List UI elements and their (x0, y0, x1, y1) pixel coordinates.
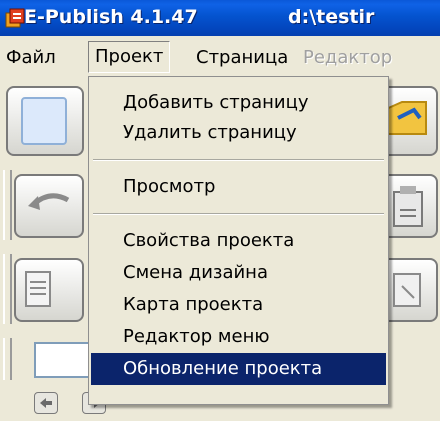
menu-item-label: Редактор меню (123, 326, 270, 347)
window-path: d:\testir (288, 6, 375, 28)
toolbar-grip[interactable] (3, 338, 12, 380)
window-title: E-Publish 4.1.47 (24, 6, 198, 28)
menu-item-label: Добавить страницу (123, 92, 309, 113)
document-icon (25, 271, 51, 307)
menu-editor[interactable]: Редактор (303, 42, 392, 74)
menu-item-delete-page[interactable]: Удалить страницу (91, 117, 386, 149)
menu-item-label: Обновление проекта (123, 358, 323, 379)
new-page-icon (21, 97, 67, 145)
menu-item-label: Смена дизайна (123, 262, 268, 283)
menu-page[interactable]: Страница (196, 42, 288, 74)
project-dropdown-menu: Добавить страницу Удалить страницу Просм… (88, 76, 389, 405)
menu-item-add-page[interactable]: Добавить страницу (91, 87, 386, 119)
menu-item-label: Удалить страницу (123, 122, 297, 143)
toolbar-grip[interactable] (3, 254, 12, 324)
undo-icon (28, 193, 70, 210)
back-arrow-icon (40, 398, 52, 408)
menu-item-update-project[interactable]: Обновление проекта (91, 353, 386, 385)
menu-item-label: Просмотр (123, 176, 216, 197)
menu-project[interactable]: Проект (88, 41, 171, 73)
menu-file[interactable]: Файл (6, 42, 56, 74)
new-page-button[interactable] (6, 86, 84, 156)
menu-item-label: Карта проекта (123, 294, 264, 315)
document-button[interactable] (14, 258, 84, 322)
menu-item-menu-editor[interactable]: Редактор меню (91, 321, 386, 353)
menu-bar: Файл Проект Страница Редактор (0, 36, 440, 76)
menu-separator (93, 159, 384, 161)
undo-button[interactable] (14, 174, 84, 238)
toolbar-grip[interactable] (3, 170, 12, 240)
menu-item-change-design[interactable]: Смена дизайна (91, 257, 386, 289)
menu-separator (93, 213, 384, 215)
back-button[interactable] (34, 392, 58, 414)
title-bar: E-Publish 4.1.47 d:\testir (0, 0, 440, 36)
menu-item-project-properties[interactable]: Свойства проекта (91, 225, 386, 257)
app-icon (5, 8, 25, 28)
menu-item-label: Свойства проекта (123, 230, 295, 251)
menu-item-project-map[interactable]: Карта проекта (91, 289, 386, 321)
menu-item-preview[interactable]: Просмотр (91, 171, 386, 203)
